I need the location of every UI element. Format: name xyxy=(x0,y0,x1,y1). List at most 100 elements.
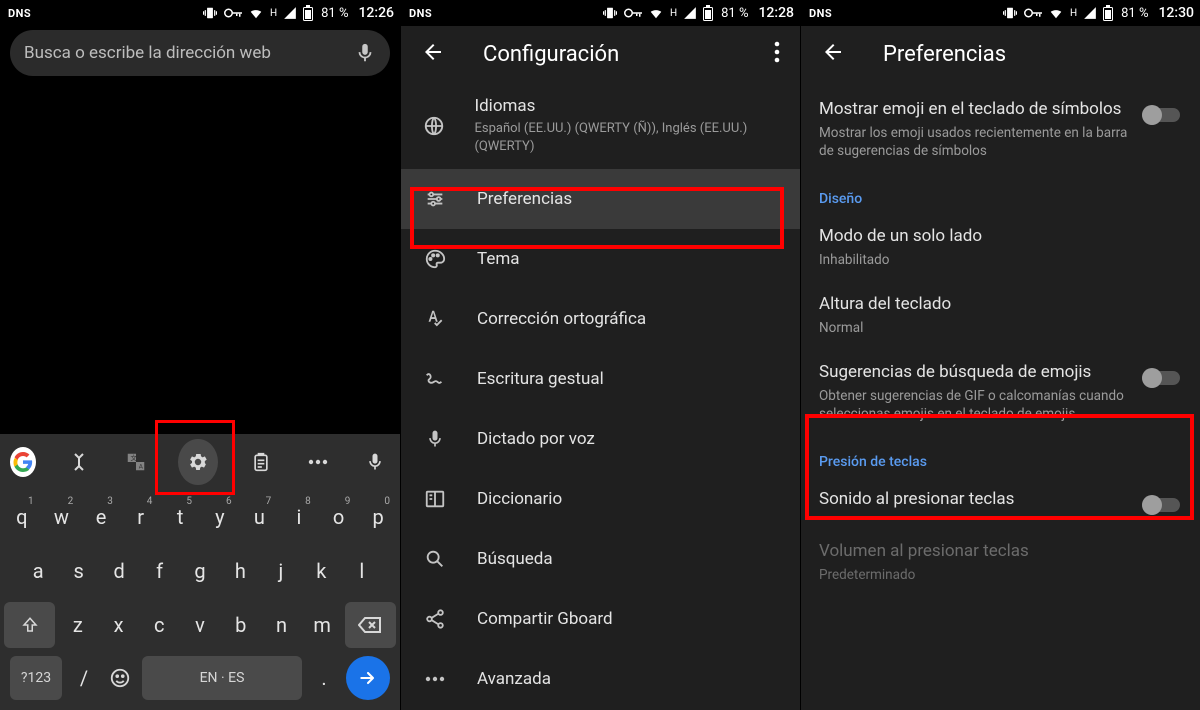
settings-list: IdiomasEspañol (EE.UU.) (QWERTY (Ñ)), In… xyxy=(401,82,800,709)
settings-label: Preferencias xyxy=(477,189,572,209)
key-q[interactable]: q1 xyxy=(4,494,40,540)
keyboard-row: q1w2e3r4t5y6u7i8o9p0 xyxy=(0,490,400,544)
key-g[interactable]: g xyxy=(182,548,218,594)
key-n[interactable]: n xyxy=(263,602,300,648)
share-icon xyxy=(421,608,449,630)
key-u[interactable]: u7 xyxy=(242,494,278,540)
settings-row-preferencias[interactable]: Preferencias xyxy=(401,169,800,229)
key-t[interactable]: t5 xyxy=(162,494,198,540)
key-o[interactable]: o9 xyxy=(321,494,357,540)
pref-item[interactable]: Sugerencias de búsqueda de emojisObtener… xyxy=(801,349,1200,436)
key-z[interactable]: z xyxy=(59,602,96,648)
pref-title: Modo de un solo lado xyxy=(819,225,1180,247)
pref-title: Volumen al presionar teclas xyxy=(819,540,1180,562)
settings-label: Diccionario xyxy=(477,489,562,509)
battery-icon xyxy=(703,5,713,21)
shift-key[interactable] xyxy=(4,602,55,648)
symbols-key[interactable]: ?123 xyxy=(10,656,62,700)
mic-icon xyxy=(421,428,449,450)
toggle-switch[interactable] xyxy=(1142,104,1180,126)
key-m[interactable]: m xyxy=(304,602,341,648)
wifi-icon xyxy=(648,6,664,20)
settings-sub: Español (EE.UU.) (QWERTY (Ñ)), Inglés (E… xyxy=(474,120,780,155)
key-h[interactable]: h xyxy=(222,548,258,594)
svg-text:文: 文 xyxy=(130,453,137,462)
keyboard-row: zxcvbnm xyxy=(0,598,400,652)
settings-row-avanzada[interactable]: Avanzada xyxy=(401,649,800,709)
omnibox[interactable]: Busca o escribe la dirección web xyxy=(10,30,390,76)
more-icon[interactable] xyxy=(303,445,332,479)
settings-row-búsqueda[interactable]: Búsqueda xyxy=(401,529,800,589)
pref-item[interactable]: Sonido al presionar teclas xyxy=(801,476,1200,528)
mic-icon[interactable] xyxy=(354,42,376,64)
pref-item[interactable]: Altura del tecladoNormal xyxy=(801,281,1200,349)
pref-item[interactable]: Modo de un solo lado Inhabilitado xyxy=(801,213,1200,281)
translate-icon[interactable]: 文A xyxy=(121,445,150,479)
clipboard-icon[interactable] xyxy=(246,445,275,479)
text-select-icon[interactable] xyxy=(64,445,93,479)
book-icon xyxy=(421,488,449,510)
key-icon xyxy=(224,7,242,19)
key-s[interactable]: s xyxy=(60,548,96,594)
panel-keyboard: DNS H 81 % 12:26 Busca o escribe la dire… xyxy=(0,0,400,710)
enter-key[interactable] xyxy=(346,656,390,700)
app-bar: Configuración xyxy=(401,26,800,82)
key-b[interactable]: b xyxy=(222,602,259,648)
settings-row-diccionario[interactable]: Diccionario xyxy=(401,469,800,529)
gesture-icon xyxy=(421,368,449,390)
settings-row-tema[interactable]: Tema xyxy=(401,229,800,289)
vibrate-icon xyxy=(1002,6,1018,20)
gboard-toolbar: 文A xyxy=(0,434,400,490)
mic-icon[interactable] xyxy=(361,445,390,479)
overflow-menu[interactable] xyxy=(774,41,780,67)
slash-key[interactable]: / xyxy=(70,656,98,700)
period-key[interactable]: . xyxy=(310,656,338,700)
pref-subtitle: Inhabilitado xyxy=(819,251,1180,269)
section-header: Diseño xyxy=(801,173,1200,213)
settings-row-escritura-gestual[interactable]: Escritura gestual xyxy=(401,349,800,409)
status-clock: 12:30 xyxy=(1158,5,1194,21)
back-button[interactable] xyxy=(421,40,445,68)
emoji-key[interactable] xyxy=(106,656,134,700)
key-e[interactable]: e3 xyxy=(83,494,119,540)
app-bar: Preferencias xyxy=(801,26,1200,82)
key-v[interactable]: v xyxy=(182,602,219,648)
toggle-switch[interactable] xyxy=(1142,367,1180,389)
key-f[interactable]: f xyxy=(141,548,177,594)
settings-row-idiomas[interactable]: IdiomasEspañol (EE.UU.) (QWERTY (Ñ)), In… xyxy=(401,82,800,169)
key-l[interactable]: l xyxy=(344,548,380,594)
status-clock: 12:26 xyxy=(358,5,394,21)
key-p[interactable]: p0 xyxy=(360,494,396,540)
panel-configuration: DNS H 81 % 12:28 Configuración IdiomasEs… xyxy=(400,0,800,710)
vibrate-icon xyxy=(202,6,218,20)
pref-title: Sugerencias de búsqueda de emojis xyxy=(819,361,1132,383)
status-bar: DNS H 81 % 12:30 xyxy=(801,0,1200,26)
key-a[interactable]: a xyxy=(20,548,56,594)
wifi-icon xyxy=(248,6,264,20)
key-c[interactable]: c xyxy=(141,602,178,648)
settings-button[interactable] xyxy=(178,439,218,485)
key-d[interactable]: d xyxy=(101,548,137,594)
settings-label: Avanzada xyxy=(477,669,551,689)
key-r[interactable]: r4 xyxy=(123,494,159,540)
vibrate-icon xyxy=(602,6,618,20)
backspace-key[interactable] xyxy=(345,602,396,648)
status-clock: 12:28 xyxy=(758,5,794,21)
back-button[interactable] xyxy=(821,40,845,68)
key-k[interactable]: k xyxy=(303,548,339,594)
key-x[interactable]: x xyxy=(100,602,137,648)
key-w[interactable]: w2 xyxy=(44,494,80,540)
search-icon xyxy=(421,548,449,570)
settings-row-dictado-por-voz[interactable]: Dictado por voz xyxy=(401,409,800,469)
toggle-switch[interactable] xyxy=(1142,494,1180,516)
status-h: H xyxy=(270,8,277,19)
space-key[interactable]: EN · ES xyxy=(142,656,302,700)
settings-row-corrección-ortográfica[interactable]: Corrección ortográfica xyxy=(401,289,800,349)
key-y[interactable]: y6 xyxy=(202,494,238,540)
pref-item[interactable]: Mostrar emoji en el teclado de símbolosM… xyxy=(801,86,1200,173)
google-logo[interactable] xyxy=(10,447,36,477)
key-i[interactable]: i8 xyxy=(281,494,317,540)
settings-row-compartir-gboard[interactable]: Compartir Gboard xyxy=(401,589,800,649)
preferences-list: Mostrar emoji en el teclado de símbolosM… xyxy=(801,82,1200,600)
key-j[interactable]: j xyxy=(263,548,299,594)
